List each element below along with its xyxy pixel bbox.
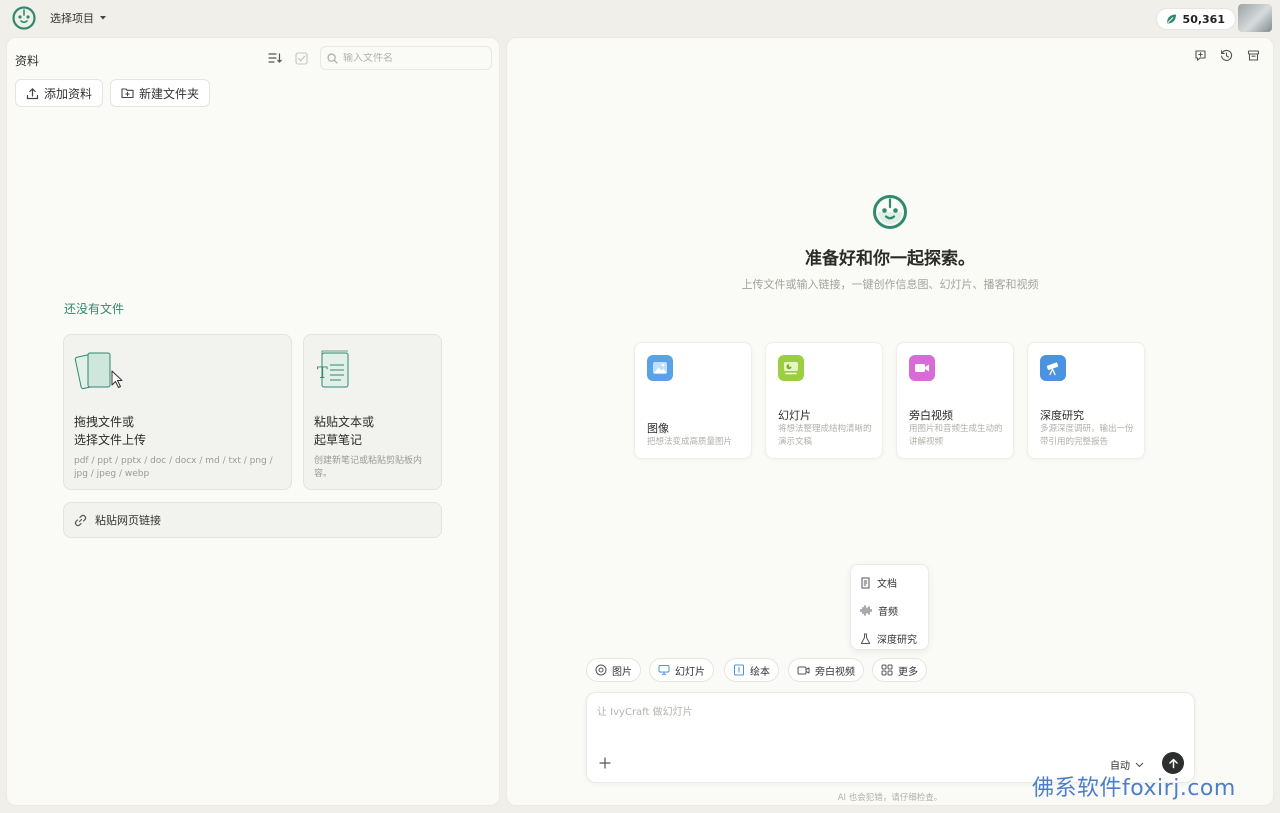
upload-card-formats: pdf / ppt / pptx / doc / docx / md / txt… xyxy=(74,456,273,479)
menu-item-label: 文档 xyxy=(877,579,897,590)
sort-icon[interactable] xyxy=(267,50,283,66)
upload-card-title: 拖拽文件或 选择文件上传 xyxy=(74,413,146,449)
upload-title-line2: 选择文件上传 xyxy=(74,433,147,447)
menu-item-audio[interactable]: 音频 xyxy=(860,603,898,618)
flask-icon xyxy=(860,633,871,644)
feature-card-narrated-video[interactable]: 旁白视频 用图片和音频生成生动的讲解视频 xyxy=(896,342,1014,459)
hero-logo-icon xyxy=(873,195,907,229)
add-source-label: 添加资料 xyxy=(44,86,93,101)
hero-title: 准备好和你一起探索。 xyxy=(805,249,975,269)
text-note-icon: T xyxy=(317,350,349,388)
image-icon xyxy=(647,355,673,381)
chip-picture-book[interactable]: 绘本 xyxy=(724,658,779,682)
document-icon xyxy=(861,577,870,588)
hero-subtitle: 上传文件或输入链接，一键创作信息图、幻灯片、播客和视频 xyxy=(741,278,1039,291)
feature-card-deep-research[interactable]: 深度研究 多源深度调研，输出一份带引用的完整报告 xyxy=(1027,342,1145,459)
paste-card-title: 粘贴文本或 起草笔记 xyxy=(314,413,374,449)
menu-item-label: 音频 xyxy=(878,607,898,618)
history-icon[interactable] xyxy=(1218,47,1234,63)
sources-panel: 资料 添加资料 新建文件夹 还没有文件 xyxy=(6,37,500,806)
top-bar: 选择项目 50,361 xyxy=(0,0,1280,36)
feature-desc: 将想法整理成结构清晰的演示文稿 xyxy=(778,424,872,447)
feature-desc: 把想法变成高质量图片 xyxy=(647,437,733,447)
drag-files-icon xyxy=(74,352,123,390)
telescope-icon xyxy=(1040,355,1066,381)
paste-title-line1: 粘贴文本或 xyxy=(314,415,375,429)
menu-item-document[interactable]: 文档 xyxy=(860,575,897,590)
upload-icon xyxy=(26,87,39,99)
menu-item-deep-research[interactable]: 深度研究 xyxy=(860,631,917,646)
feature-name: 幻灯片 xyxy=(778,409,811,422)
more-dropdown-menu: 文档 音频 深度研究 xyxy=(850,564,929,650)
credits-count: 50,361 xyxy=(1182,12,1225,26)
new-folder-label: 新建文件夹 xyxy=(139,86,200,101)
feature-card-image[interactable]: 图像 把想法变成高质量图片 xyxy=(634,342,752,459)
upload-file-card[interactable]: 拖拽文件或 选择文件上传 pdf / ppt / pptx / doc / do… xyxy=(63,334,292,490)
audio-wave-icon xyxy=(860,605,872,616)
upload-title-line1: 拖拽文件或 xyxy=(74,415,135,429)
chat-panel: 准备好和你一起探索。 上传文件或输入链接，一键创作信息图、幻灯片、播客和视频 图… xyxy=(506,37,1274,806)
file-search[interactable] xyxy=(320,46,492,70)
paste-title-line2: 起草笔记 xyxy=(314,433,363,447)
archive-icon[interactable] xyxy=(1245,47,1261,63)
credits-badge[interactable]: 50,361 xyxy=(1155,8,1236,30)
chip-label: 绘本 xyxy=(750,666,770,678)
chevron-down-icon xyxy=(1135,762,1144,767)
chip-narrated-video[interactable]: 旁白视频 xyxy=(788,658,864,682)
feature-name: 旁白视频 xyxy=(909,409,953,422)
folder-plus-icon xyxy=(121,88,134,99)
chip-label: 旁白视频 xyxy=(815,666,855,678)
new-chat-icon[interactable] xyxy=(1192,47,1208,63)
paste-text-card[interactable]: T 粘贴文本或 起草笔记 创建新笔记或粘贴剪贴板内容。 xyxy=(303,334,442,490)
video-icon xyxy=(797,666,810,674)
project-select[interactable]: 选择项目 xyxy=(50,10,107,26)
paste-link-button[interactable]: 粘贴网页链接 xyxy=(63,502,442,538)
link-icon xyxy=(74,514,87,526)
grid-icon xyxy=(881,664,893,676)
user-avatar[interactable] xyxy=(1238,4,1272,32)
svg-text:T: T xyxy=(317,363,328,382)
attach-plus-icon[interactable] xyxy=(597,755,613,771)
new-folder-button[interactable]: 新建文件夹 xyxy=(110,79,211,107)
photo-icon xyxy=(595,664,607,676)
feature-name: 深度研究 xyxy=(1040,409,1084,422)
feature-desc: 多源深度调研，输出一份带引用的完整报告 xyxy=(1040,424,1134,447)
paste-link-label: 粘贴网页链接 xyxy=(95,514,161,527)
chip-more[interactable]: 更多 xyxy=(872,658,927,682)
video-camera-icon xyxy=(909,355,935,381)
chip-slides[interactable]: 幻灯片 xyxy=(649,658,714,682)
slides-icon xyxy=(778,355,804,381)
presentation-icon xyxy=(658,665,670,676)
leaf-icon xyxy=(1166,14,1176,24)
chip-image[interactable]: 图片 xyxy=(586,658,641,682)
chip-label: 图片 xyxy=(612,666,632,678)
arrow-up-icon xyxy=(1168,758,1178,768)
caret-down-icon xyxy=(100,16,106,20)
menu-item-label: 深度研究 xyxy=(877,635,917,646)
feature-card-slides[interactable]: 幻灯片 将想法整理成结构清晰的演示文稿 xyxy=(765,342,883,459)
project-select-label: 选择项目 xyxy=(50,12,94,25)
feature-desc: 用图片和音频生成生动的讲解视频 xyxy=(909,424,1003,447)
watermark: 佛系软件foxirj.com xyxy=(1032,776,1236,801)
select-all-icon[interactable] xyxy=(293,50,309,66)
paste-card-desc: 创建新笔记或粘贴剪贴板内容。 xyxy=(314,456,423,479)
chip-label: 更多 xyxy=(898,666,918,678)
search-icon xyxy=(327,52,338,64)
panel-title: 资料 xyxy=(15,54,40,68)
empty-state-title: 还没有文件 xyxy=(64,302,125,316)
feature-name: 图像 xyxy=(647,422,669,435)
chip-label: 幻灯片 xyxy=(675,666,705,678)
book-icon xyxy=(734,664,744,676)
search-input[interactable] xyxy=(343,52,483,64)
prompt-input[interactable] xyxy=(597,703,1177,743)
add-source-button[interactable]: 添加资料 xyxy=(15,79,104,107)
app-logo-icon[interactable] xyxy=(12,6,36,30)
